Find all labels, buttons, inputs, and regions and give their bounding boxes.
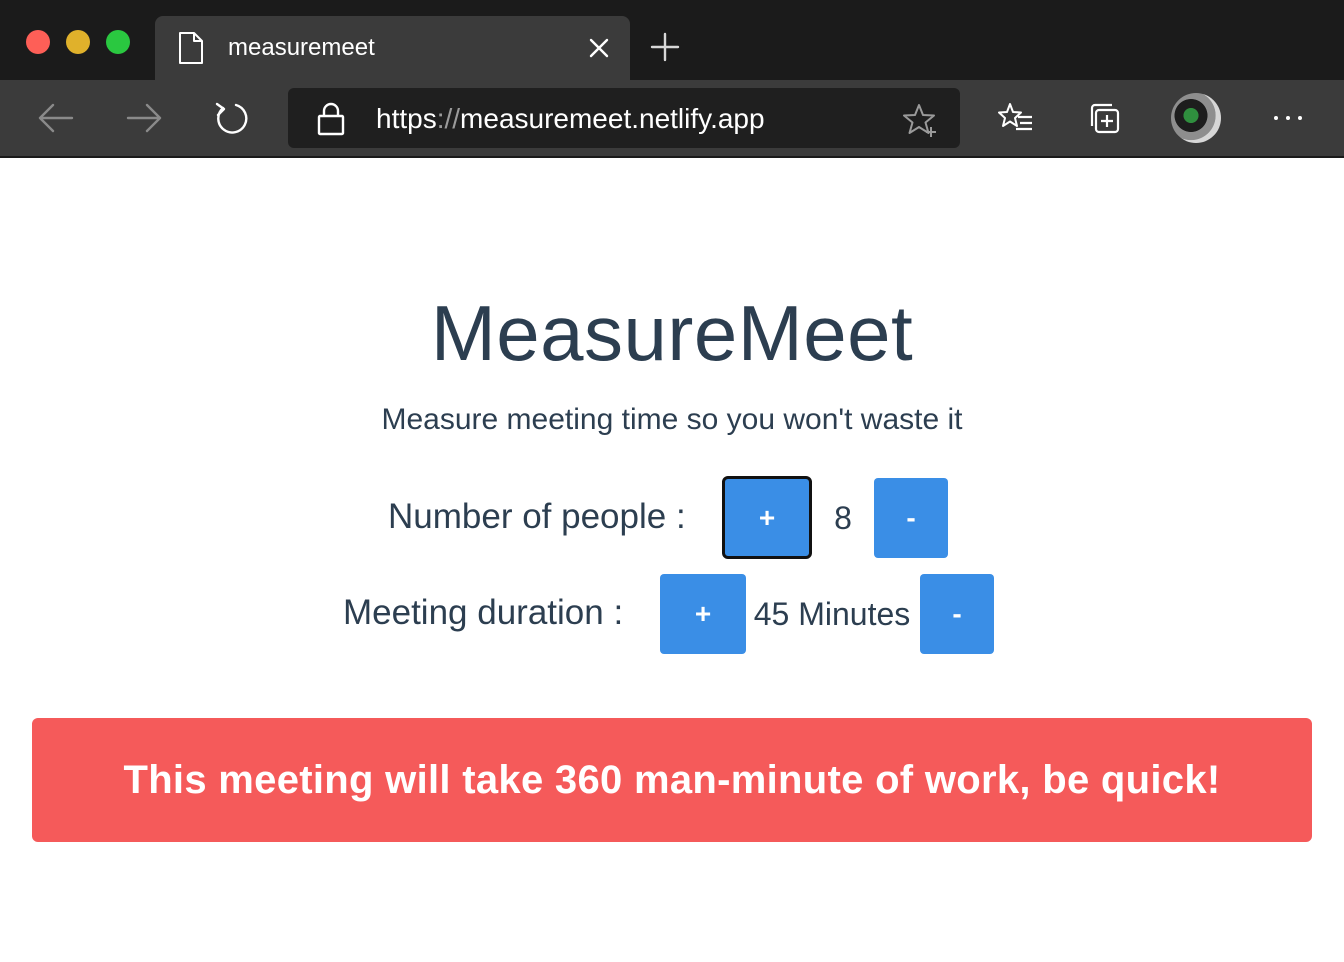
favorites-list-icon[interactable] [998, 100, 1034, 136]
app-title: MeasureMeet [430, 289, 914, 377]
people-count: 8 [834, 500, 852, 536]
collections-icon[interactable] [1087, 100, 1123, 136]
address-bar[interactable]: https://measuremeet.netlify.app [288, 88, 960, 148]
app-subtitle: Measure meeting time so you won't waste … [381, 403, 963, 436]
browser-toolbar: https://measuremeet.netlify.app [0, 80, 1344, 158]
tab-strip: measuremeet [0, 0, 1344, 80]
reload-icon[interactable] [214, 100, 250, 136]
result-alert-text: This meeting will take 360 man-minute of… [123, 757, 1221, 802]
url-scheme: https [376, 103, 437, 134]
new-tab-icon[interactable] [650, 32, 680, 62]
lock-icon[interactable] [316, 102, 346, 136]
tab-title: measuremeet [228, 34, 375, 61]
people-increment-button[interactable]: + [722, 476, 812, 559]
maximize-window-button[interactable] [106, 30, 130, 54]
url-host: measuremeet.netlify.app [460, 103, 765, 134]
result-alert: This meeting will take 360 man-minute of… [32, 718, 1312, 842]
duration-decrement-button[interactable]: - [920, 574, 994, 654]
duration-increment-button[interactable]: + [660, 574, 746, 654]
url-text[interactable]: https://measuremeet.netlify.app [376, 103, 765, 135]
people-label: Number of people : [388, 497, 686, 536]
forward-arrow-icon[interactable] [126, 100, 162, 136]
duration-value: 45 Minutes [753, 596, 911, 632]
page-content: MeasureMeet Measure meeting time so you … [0, 158, 1344, 962]
add-favorite-star-icon[interactable] [902, 102, 938, 138]
duration-label: Meeting duration : [343, 593, 624, 632]
tab-measuremeet[interactable]: measuremeet [155, 16, 630, 80]
profile-avatar[interactable] [1171, 93, 1221, 143]
browser-window: measuremeet https://measuremeet.netlify.… [0, 0, 1344, 962]
people-decrement-button[interactable]: - [874, 478, 948, 558]
more-menu-icon[interactable] [1270, 100, 1306, 136]
close-window-button[interactable] [26, 30, 50, 54]
back-arrow-icon[interactable] [38, 100, 74, 136]
close-tab-icon[interactable] [587, 36, 611, 60]
page-icon [179, 32, 203, 64]
url-separator: :// [436, 103, 461, 134]
minimize-window-button[interactable] [66, 30, 90, 54]
